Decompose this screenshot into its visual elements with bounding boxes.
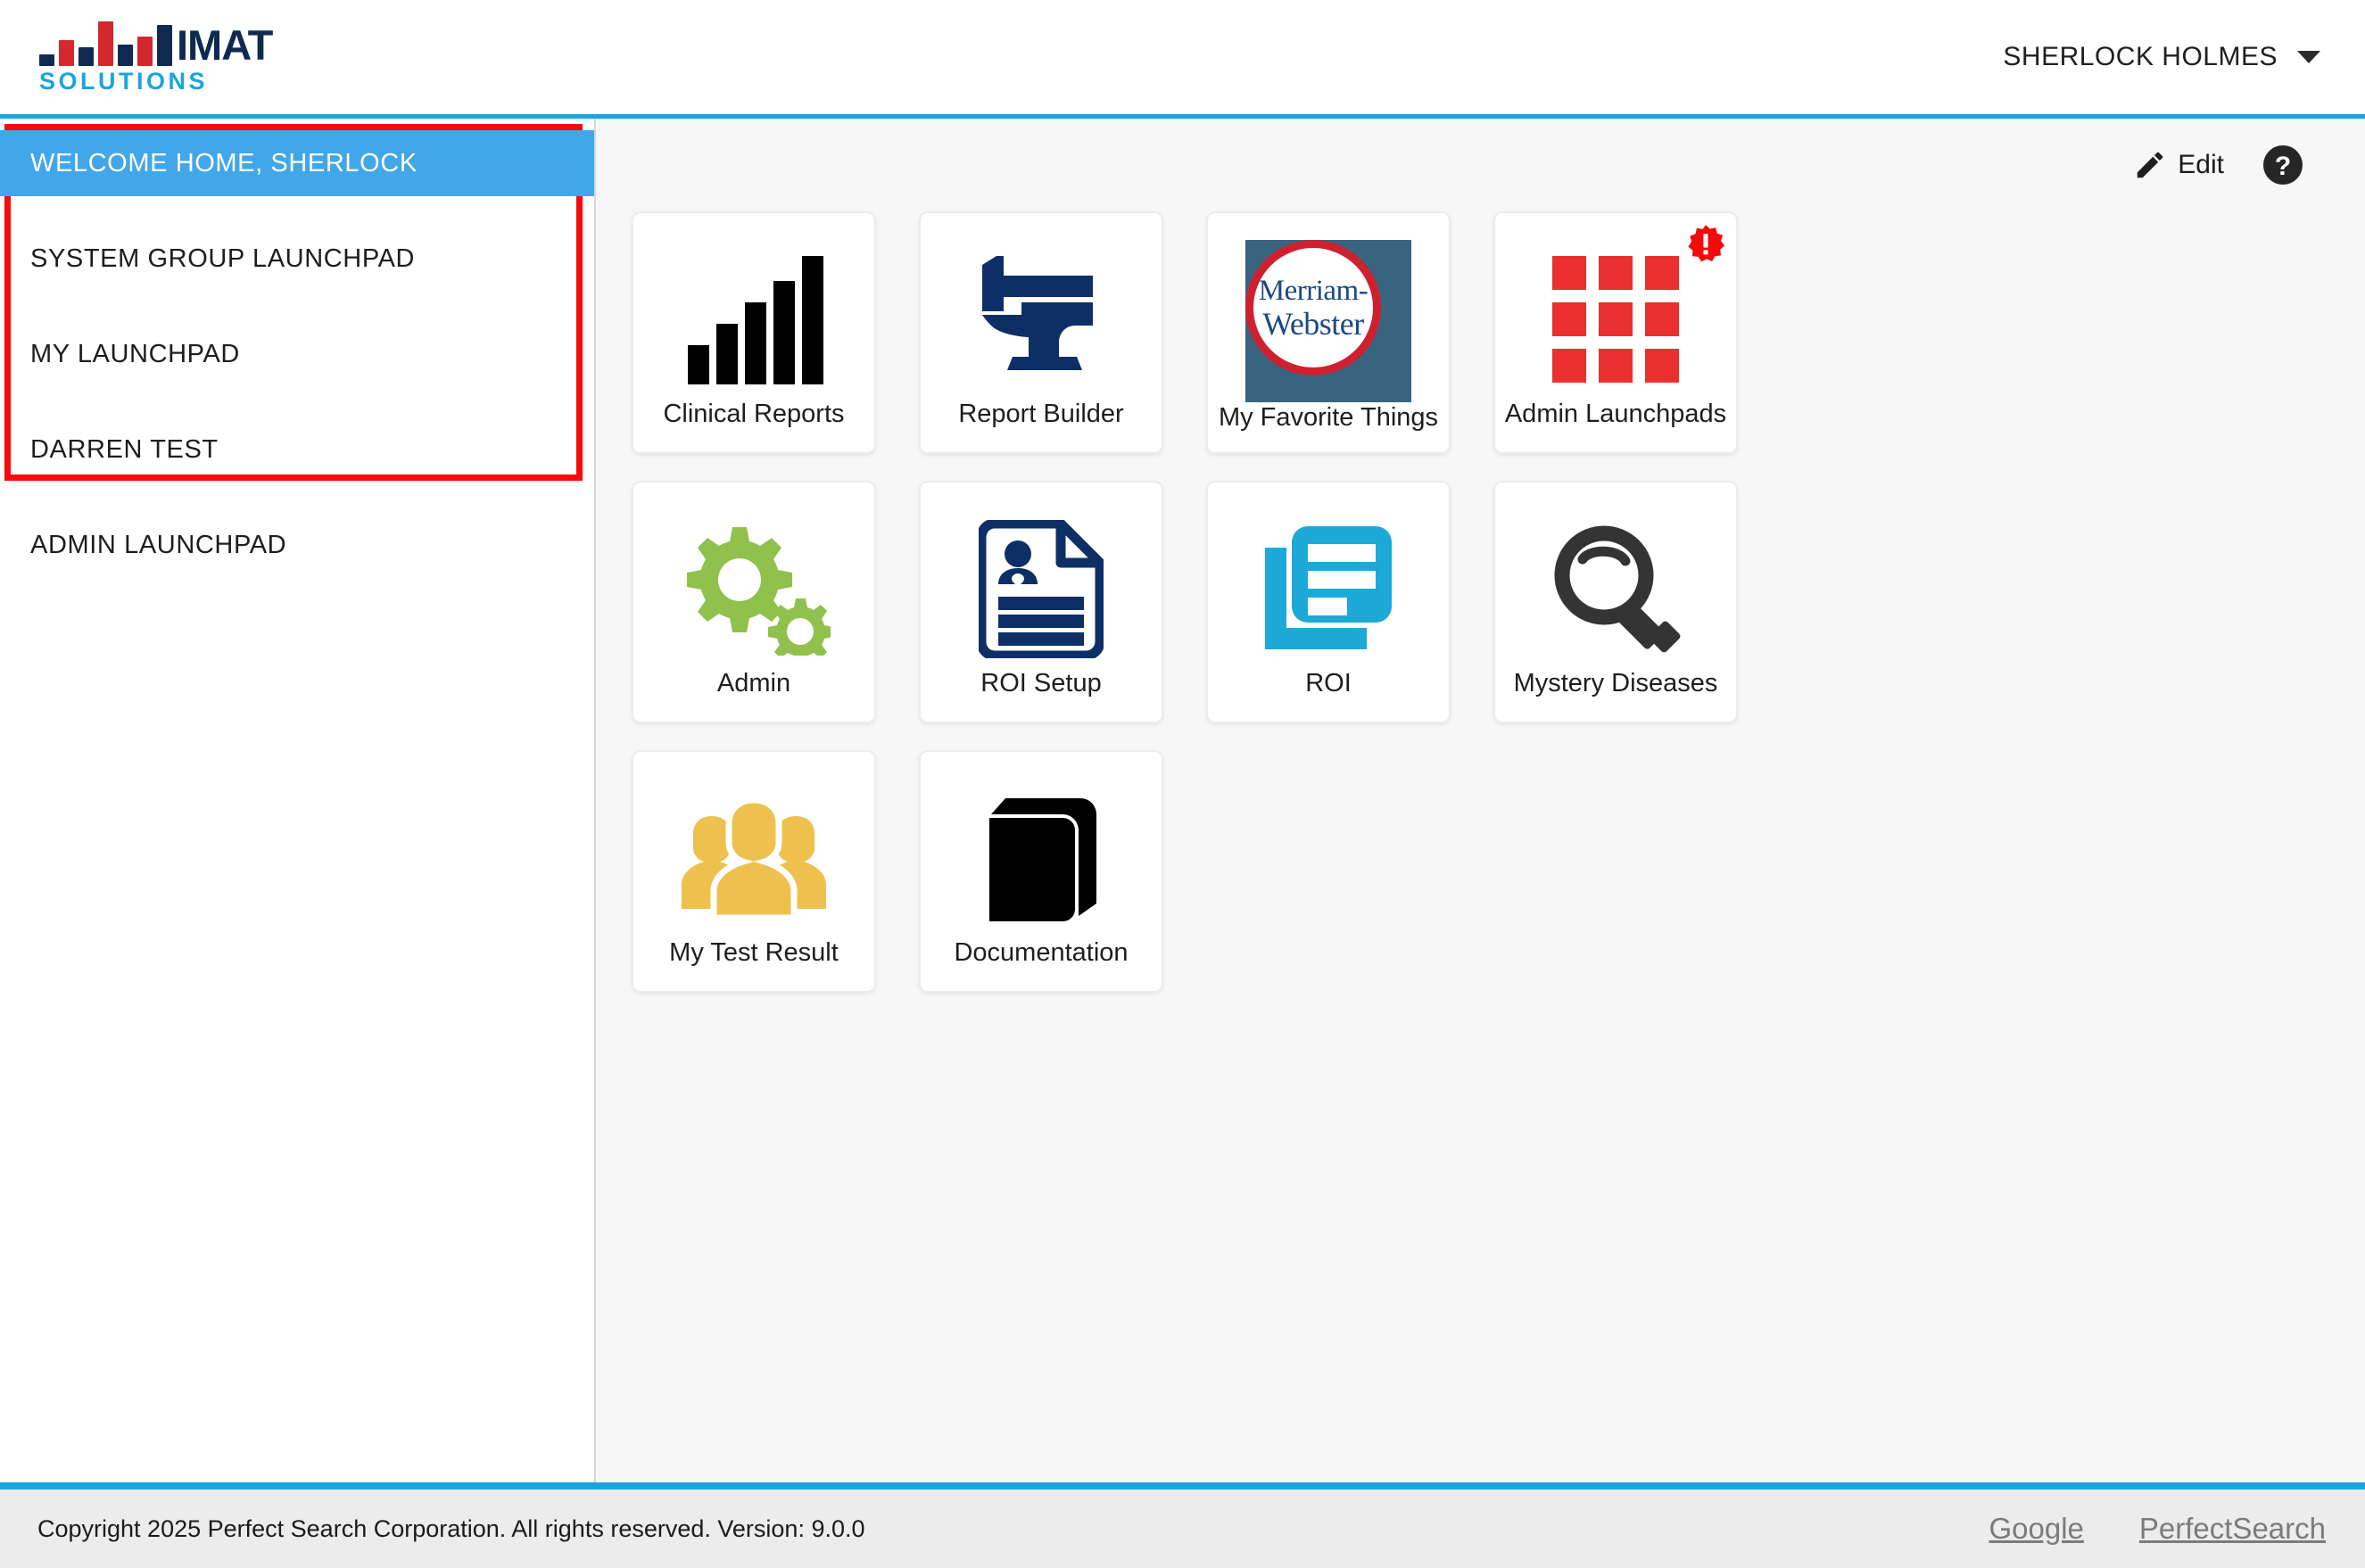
tile-mystery-diseases[interactable]: Mystery Diseases: [1493, 481, 1738, 723]
tile-roi-setup[interactable]: ROI Setup: [919, 481, 1163, 723]
logo-top-row: IMAT: [39, 20, 273, 69]
tile-admin[interactable]: Admin: [632, 481, 876, 723]
sidebar-item-system-group-launchpad[interactable]: SYSTEM GROUP LAUNCHPAD: [0, 226, 594, 292]
chevron-down-icon: [2297, 51, 2320, 63]
tile-documentation[interactable]: Documentation: [919, 750, 1163, 993]
sidebar-item-label: MY LAUNCHPAD: [30, 339, 240, 368]
app-header: IMAT SOLUTIONS SHERLOCK HOLMES: [0, 0, 2365, 114]
launchpad-toolbar: Edit ?: [596, 119, 2365, 211]
bar-chart-icon: [641, 240, 867, 399]
stacked-documents-icon: [1215, 509, 1442, 668]
merriam-webster-logo: Merriam- Webster: [1215, 240, 1442, 402]
tile-label: My Favorite Things: [1218, 403, 1439, 432]
footer-link-perfectsearch[interactable]: PerfectSearch: [2139, 1512, 2326, 1546]
sidebar-item-label: ADMIN LAUNCHPAD: [30, 530, 287, 559]
alert-exclamation-badge-icon: [1686, 224, 1725, 263]
sidebar-item-label: SYSTEM GROUP LAUNCHPAD: [30, 243, 416, 273]
book-icon: [928, 779, 1154, 937]
tile-label: ROI Setup: [980, 669, 1102, 697]
footer-link-google[interactable]: Google: [1989, 1512, 2083, 1546]
user-menu[interactable]: SHERLOCK HOLMES: [1997, 33, 2326, 81]
pencil-icon: [2133, 148, 2167, 182]
sidebar-item-my-launchpad[interactable]: MY LAUNCHPAD: [0, 321, 594, 387]
user-name-label: SHERLOCK HOLMES: [2003, 42, 2278, 71]
tile-label: Admin Launchpads: [1504, 400, 1727, 428]
anvil-hammer-icon: [928, 240, 1154, 399]
launchpad-tile-grid: Clinical Reports Report Builder Merriam-…: [596, 211, 2365, 1482]
logo-secondary-text: SOLUTIONS: [39, 68, 209, 95]
tile-label: My Test Result: [669, 938, 839, 967]
sidebar: WELCOME HOME, SHERLOCK SYSTEM GROUP LAUN…: [0, 119, 596, 1482]
sidebar-item-label: DARREN TEST: [30, 434, 219, 464]
help-circle-icon[interactable]: ?: [2262, 144, 2304, 186]
tile-label: ROI: [1305, 669, 1352, 697]
tile-roi[interactable]: ROI: [1206, 481, 1451, 723]
imat-solutions-logo[interactable]: IMAT SOLUTIONS: [39, 20, 273, 95]
logo-bars-icon: [39, 20, 172, 66]
magnifier-icon: [1502, 509, 1729, 668]
sidebar-item-label: WELCOME HOME, SHERLOCK: [30, 148, 418, 177]
footer-accent-rule: [0, 1482, 2365, 1490]
tile-label: Documentation: [954, 938, 1129, 967]
tile-report-builder[interactable]: Report Builder: [919, 211, 1163, 454]
gears-icon: [641, 509, 867, 668]
tile-label: Report Builder: [958, 400, 1124, 428]
tile-clinical-reports[interactable]: Clinical Reports: [632, 211, 876, 454]
document-person-icon: [928, 509, 1154, 668]
footer-links: Google PerfectSearch: [1989, 1512, 2326, 1546]
app-root: IMAT SOLUTIONS SHERLOCK HOLMES WELCOME H…: [0, 0, 2365, 1568]
sidebar-item-welcome-home[interactable]: WELCOME HOME, SHERLOCK: [0, 130, 594, 196]
edit-button[interactable]: Edit: [2133, 148, 2224, 182]
logo-primary-text: IMAT: [177, 21, 273, 69]
edit-button-label: Edit: [2178, 150, 2224, 179]
svg-text:?: ?: [2275, 152, 2291, 181]
tile-admin-launchpads[interactable]: Admin Launchpads: [1493, 211, 1738, 454]
tile-label: Clinical Reports: [663, 400, 845, 428]
main-content: Edit ? Clinical Reports Report Builder M…: [596, 119, 2365, 1482]
app-footer: Copyright 2025 Perfect Search Corporatio…: [0, 1490, 2365, 1568]
tile-label: Admin: [716, 669, 791, 697]
tile-my-favorite-things[interactable]: Merriam- Webster My Favorite Things: [1206, 211, 1451, 454]
tile-my-test-result[interactable]: My Test Result: [632, 750, 876, 993]
tile-label: Mystery Diseases: [1513, 669, 1718, 697]
copyright-text: Copyright 2025 Perfect Search Corporatio…: [37, 1514, 865, 1542]
grid-nine-squares-icon: [1502, 240, 1729, 399]
sidebar-item-darren-test[interactable]: DARREN TEST: [0, 417, 594, 483]
app-body: WELCOME HOME, SHERLOCK SYSTEM GROUP LAUN…: [0, 119, 2365, 1482]
people-group-icon: [641, 779, 867, 937]
sidebar-nav-list: WELCOME HOME, SHERLOCK SYSTEM GROUP LAUN…: [0, 119, 594, 578]
sidebar-item-admin-launchpad[interactable]: ADMIN LAUNCHPAD: [0, 512, 594, 578]
